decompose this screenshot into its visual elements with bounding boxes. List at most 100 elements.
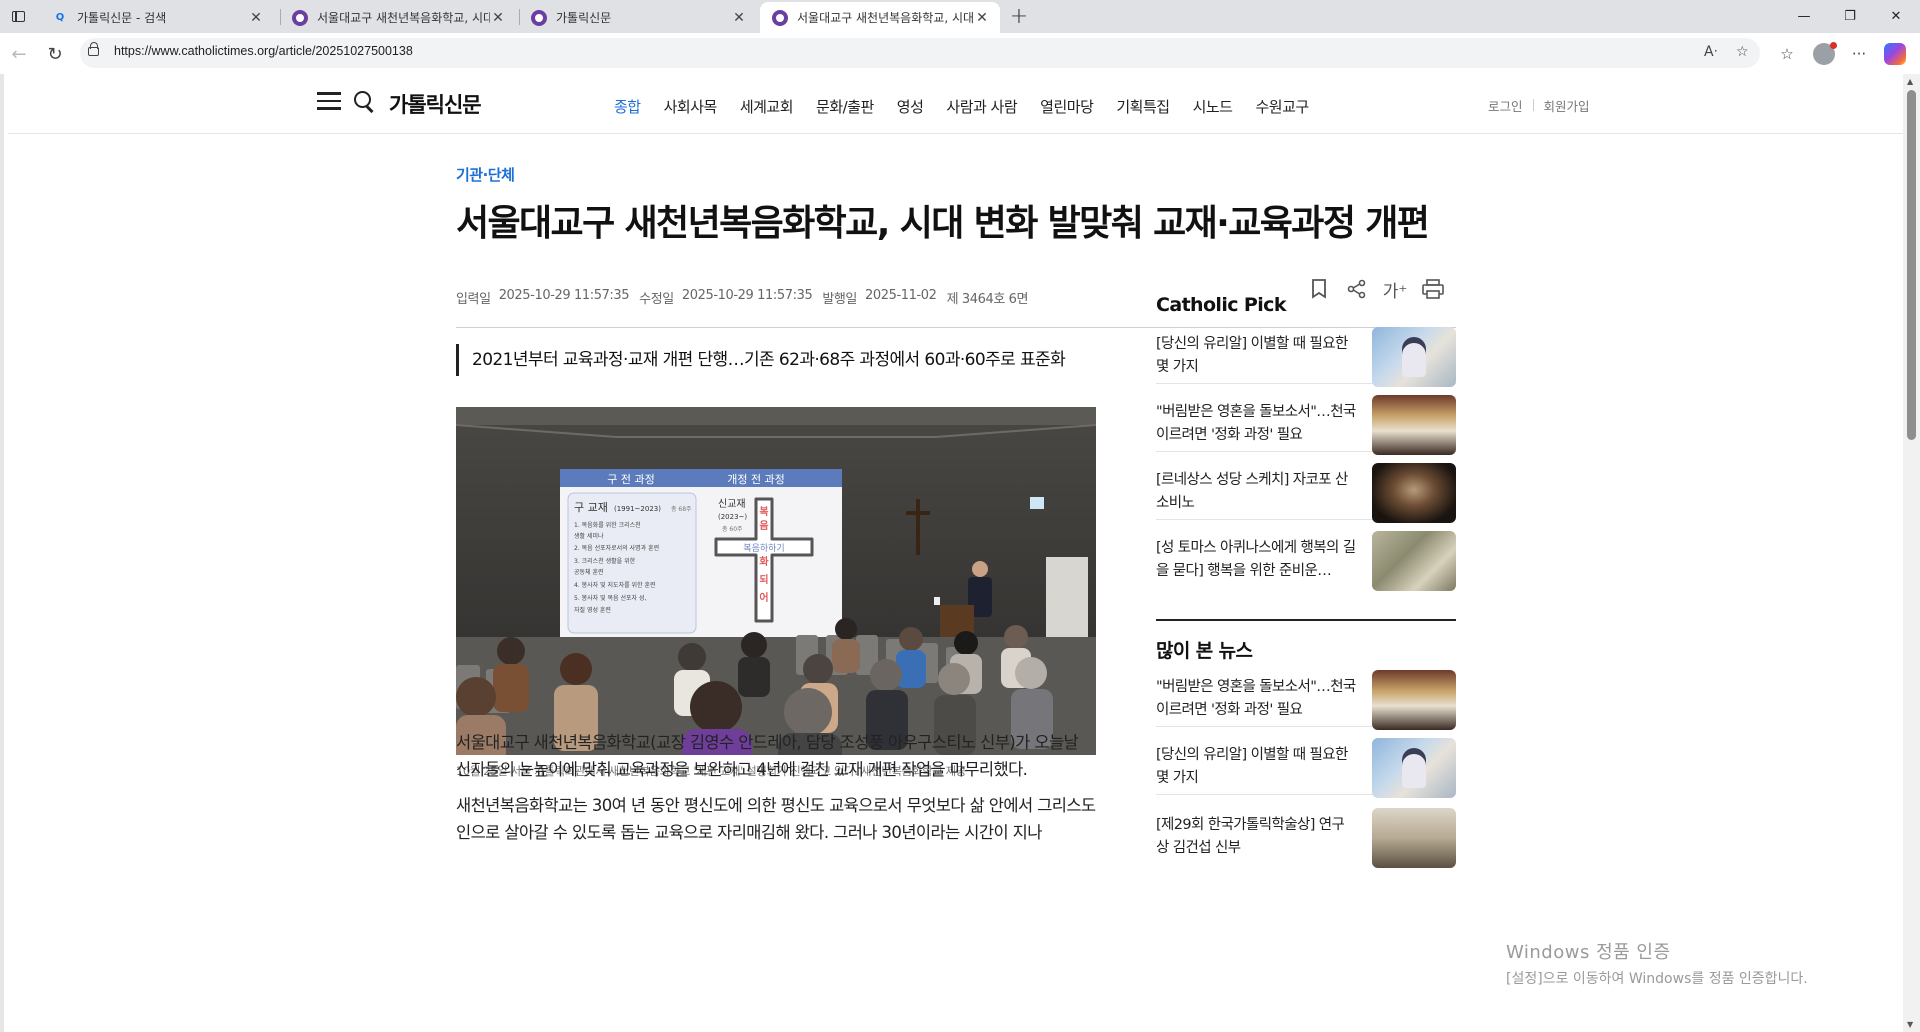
slide-old-years: (1991~2023) — [614, 505, 661, 513]
new-tab-button[interactable]: + — [1007, 4, 1031, 29]
nav-item-general[interactable]: 종합 — [614, 96, 641, 117]
main-navigation: 종합 사회사목 세계교회 문화/출판 영성 사람과 사람 열린마당 기획특집 시… — [614, 96, 1332, 117]
slide-old-line: 자질 영성 훈련 — [574, 606, 611, 614]
pick-item-title[interactable]: [르네상스 성당 스케치] 자코포 산소비노 — [1156, 469, 1356, 515]
nav-item-open-forum[interactable]: 열린마당 — [1040, 96, 1094, 117]
close-icon[interactable]: ✕ — [248, 10, 264, 26]
popular-item-title[interactable]: [당신의 유리알] 이별할 때 필요한 몇 가지 — [1156, 744, 1356, 790]
font-size-button[interactable]: 가⁺ — [1382, 276, 1408, 302]
catholictimes-favicon-icon — [772, 9, 788, 26]
page-viewport: 가톨릭신문 종합 사회사목 세계교회 문화/출판 영성 사람과 사람 열린마당 … — [0, 74, 1920, 1032]
page-scrollbar[interactable]: ▲ ▼ — [1903, 74, 1920, 1032]
nav-item-social-ministry[interactable]: 사회사목 — [664, 96, 718, 117]
catholictimes-favicon-icon — [292, 9, 308, 26]
pick-item-title[interactable]: [당신의 유리알] 이별할 때 필요한 몇 가지 — [1156, 333, 1356, 379]
popular-news-item[interactable]: "버림받은 영혼을 돌보소서"…천국 이르려면 '정화 과정' 필요 — [1156, 668, 1456, 730]
church-mass-thumbnail[interactable] — [1372, 670, 1456, 730]
catholic-pick-item[interactable]: [당신의 유리알] 이별할 때 필요한 몇 가지 — [1156, 325, 1456, 387]
close-icon[interactable]: ✕ — [490, 10, 506, 26]
popular-item-title[interactable]: [제29회 한국가톨릭학술상] 연구상 김건섭 신부 — [1156, 814, 1356, 860]
published-date-value: 2025-11-02 — [865, 288, 937, 303]
signup-link[interactable]: 회원가입 — [1544, 96, 1590, 115]
tab-title: 서울대교구 새천년복음화학교, 시대 — [317, 11, 490, 25]
scrollbar-thumb[interactable] — [1907, 90, 1916, 440]
font-size-label: 가⁺ — [1382, 281, 1408, 302]
favorites-icon[interactable]: ☆ — [1776, 43, 1798, 65]
search-icon[interactable] — [354, 91, 374, 111]
man-portrait-thumbnail[interactable] — [1372, 808, 1456, 868]
church-mass-thumbnail[interactable] — [1372, 395, 1456, 455]
slide-old-line: 생활 세미나 — [574, 532, 604, 540]
activation-line-2: [설정]으로 이동하여 Windows를 정품 인증합니다. — [1506, 971, 1808, 987]
restore-button[interactable]: ❐ — [1828, 0, 1872, 33]
site-logo[interactable]: 가톨릭신문 — [389, 89, 482, 119]
slide-cross-horizontal: 복음하하기 — [743, 543, 784, 554]
more-menu-icon[interactable]: ··· — [1848, 43, 1870, 65]
slide-old-line: 5. 봉사자 및 복음 선포자 성, — [574, 594, 646, 602]
popular-news-item[interactable]: [제29회 한국가톨릭학술상] 연구상 김건섭 신부 — [1156, 806, 1456, 868]
close-window-button[interactable]: ✕ — [1874, 0, 1918, 33]
nav-item-suwon-diocese[interactable]: 수원교구 — [1255, 96, 1309, 117]
article-photo[interactable]: 구 전 과정 개정 전 과정 구 교재 (1991~2023) 총 68주 1.… — [456, 407, 1096, 755]
back-button[interactable]: ← — [6, 41, 32, 67]
minimize-button[interactable]: — — [1782, 0, 1826, 33]
nav-item-people[interactable]: 사람과 사람 — [946, 96, 1017, 117]
tab-homepage[interactable]: 가톨릭신문 ✕ — [519, 2, 757, 33]
pick-item-title[interactable]: "버림받은 영혼을 돌보소서"…천국 이르려면 '정화 과정' 필요 — [1156, 401, 1356, 447]
slide-old-line: 1. 복음화를 위한 크리스천 — [574, 521, 641, 529]
share-icon[interactable] — [1344, 276, 1370, 302]
modified-date-label: 수정일 — [639, 292, 674, 307]
article-category[interactable]: 기관·단체 — [456, 164, 515, 185]
hamburger-menu-icon[interactable] — [317, 92, 341, 110]
catholic-pick-item[interactable]: "버림받은 영혼을 돌보소서"…천국 이르려면 '정화 과정' 필요 — [1156, 393, 1456, 455]
lock-icon[interactable] — [88, 42, 99, 56]
close-icon[interactable]: ✕ — [974, 10, 990, 26]
scroll-up-arrow-icon[interactable]: ▲ — [1907, 77, 1913, 86]
nav-item-world-church[interactable]: 세계교회 — [740, 96, 794, 117]
scroll-down-arrow-icon[interactable]: ▼ — [1907, 1020, 1913, 1029]
slide-old-line: 4. 봉사자 및 지도자를 위한 훈련 — [574, 581, 656, 589]
activation-line-1: Windows 정품 인증 — [1506, 942, 1671, 963]
catholic-pick-title: Catholic Pick — [1156, 294, 1286, 316]
url-text[interactable]: https://www.catholictimes.org/article/20… — [114, 44, 413, 58]
slide-old-line: 3. 크리스천 생활을 위한 — [574, 557, 636, 565]
profile-avatar[interactable] — [1813, 42, 1837, 65]
popular-news-item[interactable]: [당신의 유리알] 이별할 때 필요한 몇 가지 — [1156, 736, 1456, 798]
favorite-star-icon[interactable]: ☆ — [1736, 44, 1749, 60]
article-meta: 입력일 2025-10-29 11:57:35 수정일 2025-10-29 1… — [456, 288, 1030, 307]
browser-toolbar: ← ↻ https://www.catholictimes.org/articl… — [0, 33, 1920, 74]
portrait-painting-thumbnail[interactable] — [1372, 463, 1456, 523]
login-link[interactable]: 로그인 — [1488, 96, 1523, 115]
nav-item-culture-publishing[interactable]: 문화/출판 — [816, 96, 874, 117]
article-tools: 가⁺ — [1306, 276, 1446, 302]
tab-article-1[interactable]: 서울대교구 새천년복음화학교, 시대 ✕ — [280, 2, 516, 33]
read-aloud-icon[interactable]: Aᐧ — [1704, 44, 1717, 60]
tab-title: 서울대교구 새천년복음화학교, 시대 — [797, 11, 974, 25]
copilot-icon[interactable] — [1884, 43, 1906, 65]
input-date-value: 2025-10-29 11:57:35 — [498, 288, 630, 303]
refresh-button[interactable]: ↻ — [42, 41, 68, 67]
catholic-pick-item[interactable]: [성 토마스 아퀴나스에게 행복의 길을 묻다] 행복을 위한 준비운… — [1156, 529, 1456, 591]
popular-item-title[interactable]: "버림받은 영혼을 돌보소서"…천국 이르려면 '정화 과정' 필요 — [1156, 676, 1356, 722]
print-icon[interactable] — [1420, 276, 1446, 302]
tab-actions-icon[interactable] — [8, 7, 28, 25]
nun-photo-thumbnail[interactable] — [1372, 327, 1456, 387]
tab-search[interactable]: Q 가톨릭신문 - 검색 ✕ — [40, 2, 274, 33]
nun-photo-thumbnail[interactable] — [1372, 738, 1456, 798]
pick-item-title[interactable]: [성 토마스 아퀴나스에게 행복의 길을 묻다] 행복을 위한 준비운… — [1156, 537, 1356, 583]
slide-old-line: 공동체 훈련 — [574, 568, 604, 576]
tab-article-active[interactable]: 서울대교구 새천년복음화학교, 시대 ✕ — [760, 2, 1000, 33]
nav-item-features[interactable]: 기획특집 — [1116, 96, 1170, 117]
article-paragraph: 서울대교구 새천년복음화학교(교장 김영수 안드레아, 담당 조성풍 아우구스티… — [456, 733, 1079, 779]
slide-old-total: 총 68주 — [671, 505, 692, 513]
slide-cross-char: 음 — [759, 520, 768, 532]
slide-cross-char: 되 — [759, 573, 768, 586]
classical-painting-thumbnail[interactable] — [1372, 531, 1456, 591]
close-icon[interactable]: ✕ — [731, 10, 747, 26]
nav-item-spirituality[interactable]: 영성 — [897, 96, 924, 117]
bookmark-icon[interactable] — [1306, 276, 1332, 302]
seminar-photo-illustration: 구 전 과정 개정 전 과정 구 교재 (1991~2023) 총 68주 1.… — [456, 407, 1096, 755]
nav-item-synod[interactable]: 시노드 — [1193, 96, 1233, 117]
slide-cross-char: 복 — [759, 506, 768, 518]
catholic-pick-item[interactable]: [르네상스 성당 스케치] 자코포 산소비노 — [1156, 461, 1456, 523]
